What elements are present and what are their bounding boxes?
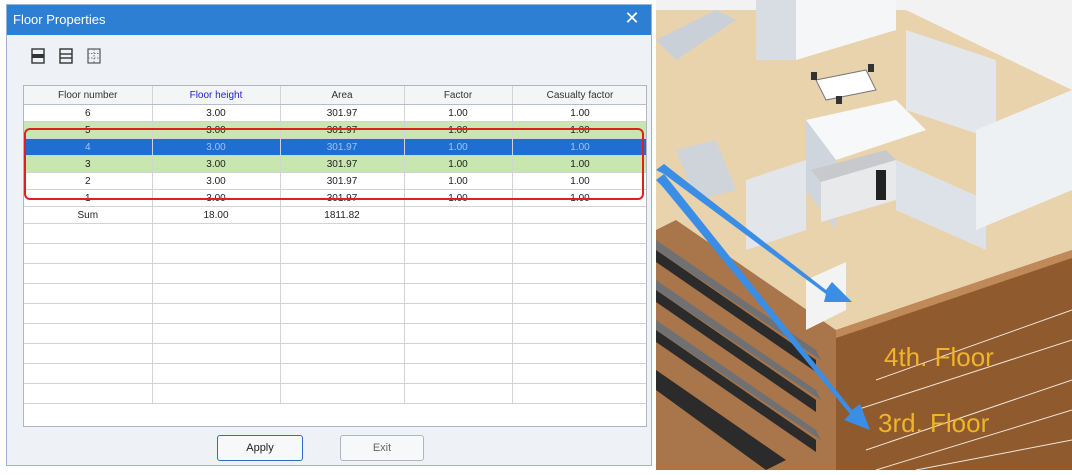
cell-casualty-factor[interactable]: 1.00	[512, 189, 646, 207]
cell-casualty-factor[interactable]: 1.00	[512, 121, 646, 139]
table-row-sum[interactable]: Sum 18.00 1811.82	[24, 206, 646, 224]
floor-properties-dialog: Floor Properties ✕ Floor number Floor he…	[6, 4, 652, 466]
empty-row	[24, 383, 646, 404]
cell-floor-height[interactable]: 3.00	[152, 155, 281, 173]
cell-floor-height[interactable]: 18.00	[152, 206, 281, 224]
table-row[interactable]: 6 3.00 301.97 1.00 1.00	[24, 104, 646, 122]
cell-area[interactable]: 1811.82	[280, 206, 405, 224]
table-row[interactable]: 1 3.00 301.97 1.00 1.00	[24, 189, 646, 207]
table-row-selected[interactable]: 4 3.00 301.97 1.00 1.00	[24, 138, 646, 156]
cell-casualty-factor[interactable]: 1.00	[512, 155, 646, 173]
table-row[interactable]: 3 3.00 301.97 1.00 1.00	[24, 155, 646, 173]
table-header-row: Floor number Floor height Area Factor Ca…	[24, 86, 646, 105]
cell-floor-number[interactable]: 4	[24, 138, 153, 156]
exit-button[interactable]: Exit	[340, 435, 424, 461]
dialog-titlebar: Floor Properties ✕	[7, 5, 651, 35]
floor-label-4th: 4th. Floor	[884, 342, 994, 372]
cell-casualty-factor[interactable]: 1.00	[512, 172, 646, 190]
empty-row	[24, 243, 646, 264]
building-3d-view: 4th. Floor 3rd. Floor	[656, 0, 1072, 471]
header-factor[interactable]: Factor	[404, 86, 513, 105]
empty-row	[24, 323, 646, 344]
floor-table: Floor number Floor height Area Factor Ca…	[23, 85, 647, 427]
cell-factor[interactable]: 1.00	[404, 155, 513, 173]
empty-row	[24, 223, 646, 244]
empty-row	[24, 263, 646, 284]
cell-factor[interactable]: 1.00	[404, 104, 513, 122]
empty-row	[24, 283, 646, 304]
cell-floor-height[interactable]: 3.00	[152, 189, 281, 207]
header-casualty-factor[interactable]: Casualty factor	[512, 86, 646, 105]
apply-button[interactable]: Apply	[217, 435, 303, 461]
cell-floor-height[interactable]: 3.00	[152, 138, 281, 156]
cell-factor[interactable]: 1.00	[404, 172, 513, 190]
floor-label-3rd: 3rd. Floor	[878, 408, 990, 438]
cell-area[interactable]: 301.97	[280, 121, 405, 139]
empty-row	[24, 303, 646, 324]
empty-row	[24, 343, 646, 364]
insert-row-icon[interactable]	[29, 47, 51, 69]
header-floor-number[interactable]: Floor number	[24, 86, 153, 105]
cell-floor-number[interactable]: 1	[24, 189, 153, 207]
cell-floor-number[interactable]: 3	[24, 155, 153, 173]
close-button[interactable]: ✕	[621, 8, 643, 30]
header-area[interactable]: Area	[280, 86, 405, 105]
cell-floor-number[interactable]: Sum	[24, 206, 153, 224]
empty-row	[24, 363, 646, 384]
cell-casualty-factor[interactable]: 1.00	[512, 138, 646, 156]
cell-floor-height[interactable]: 3.00	[152, 172, 281, 190]
cell-floor-number[interactable]: 2	[24, 172, 153, 190]
cell-casualty-factor[interactable]	[512, 206, 646, 224]
cell-floor-height[interactable]: 3.00	[152, 104, 281, 122]
table-row[interactable]: 5 3.00 301.97 1.00 1.00	[24, 121, 646, 139]
dialog-title: Floor Properties	[13, 12, 106, 27]
cell-factor[interactable]	[404, 206, 513, 224]
building-illustration: 4th. Floor 3rd. Floor	[656, 0, 1072, 471]
cell-area[interactable]: 301.97	[280, 138, 405, 156]
header-floor-height[interactable]: Floor height	[152, 86, 281, 105]
cell-floor-number[interactable]: 5	[24, 121, 153, 139]
cell-casualty-factor[interactable]: 1.00	[512, 104, 646, 122]
cell-area[interactable]: 301.97	[280, 172, 405, 190]
cell-floor-height[interactable]: 3.00	[152, 121, 281, 139]
insert-rows-icon[interactable]	[57, 47, 79, 69]
cell-factor[interactable]: 1.00	[404, 189, 513, 207]
close-icon: ✕	[624, 8, 640, 29]
cell-area[interactable]: 301.97	[280, 155, 405, 173]
cell-area[interactable]: 301.97	[280, 104, 405, 122]
cell-floor-number[interactable]: 6	[24, 104, 153, 122]
cell-area[interactable]: 301.97	[280, 189, 405, 207]
grid-icon[interactable]	[85, 47, 107, 69]
table-row[interactable]: 2 3.00 301.97 1.00 1.00	[24, 172, 646, 190]
cell-factor[interactable]: 1.00	[404, 121, 513, 139]
cell-factor[interactable]: 1.00	[404, 138, 513, 156]
